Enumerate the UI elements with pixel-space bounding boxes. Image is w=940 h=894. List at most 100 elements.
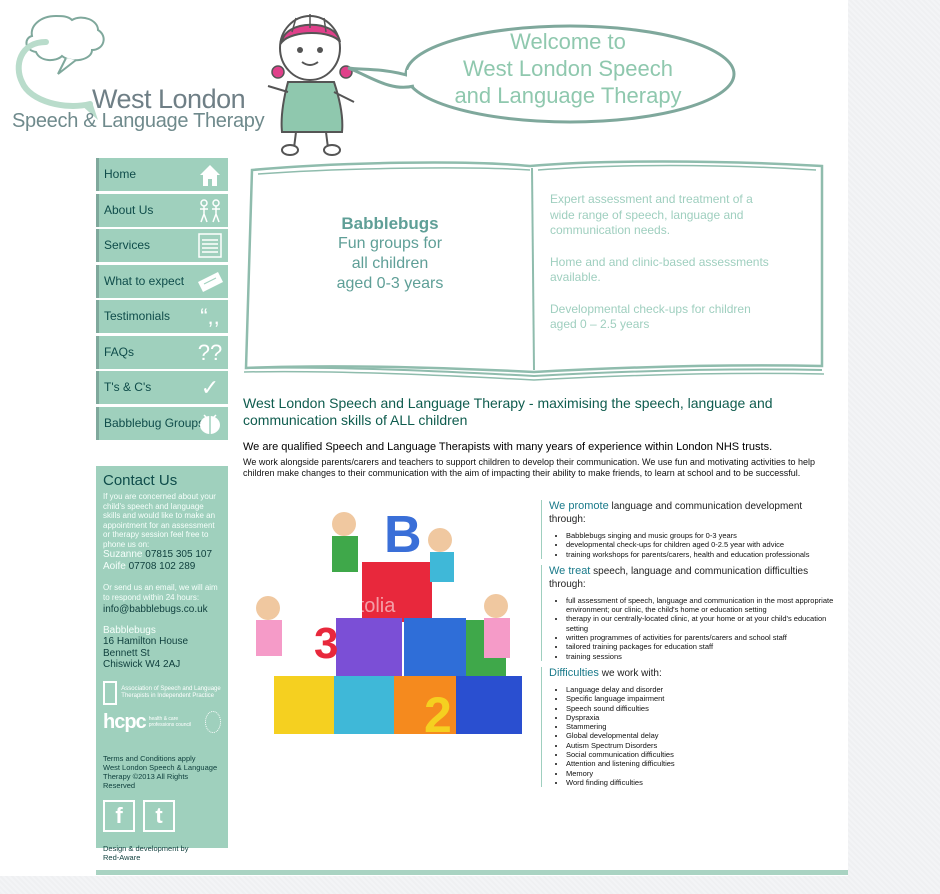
question-icon: ??: [197, 339, 223, 365]
list-item: Global developmental delay: [566, 731, 841, 740]
list-item: training sessions: [566, 652, 841, 661]
book-right-page: Expert assessment and treatment of a wid…: [550, 192, 780, 349]
nav-item-label: Home: [104, 167, 137, 181]
list-item: tailored training packages for education…: [566, 642, 841, 651]
list-item: therapy in our centrally-located clinic,…: [566, 614, 841, 633]
nav-item-what-to-expect[interactable]: What to expect: [96, 264, 228, 298]
svg-text:L: L: [284, 687, 315, 743]
address-line: Chiswick W4 2AJ: [103, 659, 181, 670]
nav-item-label: What to expect: [104, 273, 185, 288]
page-headline: West London Speech and Language Therapy …: [243, 395, 773, 428]
quote-icon: “,,: [200, 304, 220, 329]
list-item: developmental check-ups for children age…: [566, 540, 841, 549]
nav-item-label: T's & C's: [104, 380, 152, 394]
hcpc-text: health & care professions council: [148, 716, 192, 728]
list-item: Language delay and disorder: [566, 685, 841, 694]
hcpc-logo: hcpc: [103, 710, 147, 733]
nav-item-services[interactable]: Services: [96, 229, 228, 262]
site-logo[interactable]: West London Speech & Language Therapy: [6, 12, 265, 132]
nav-item-home[interactable]: Home: [96, 158, 228, 191]
welcome-text: Welcome to West London Speech and Langua…: [420, 28, 716, 109]
asltip-logo-icon: [103, 680, 118, 705]
check-icon: ✓: [200, 375, 220, 400]
list-item: written programmes of activities for par…: [566, 633, 841, 642]
asltip-badge: Association of Speech and Language Thera…: [103, 680, 221, 705]
list-item: Speech sound difficulties: [566, 704, 841, 713]
svg-text:2: 2: [424, 687, 452, 743]
book-left-page: Babblebugs Fun groups for all children a…: [300, 214, 480, 294]
list-item: Attention and listening difficulties: [566, 759, 841, 768]
phone-name: Aoife: [103, 561, 126, 572]
phone-number: 07815 305 107: [145, 549, 212, 560]
address: 16 Hamilton House Bennett St Chiswick W4…: [103, 636, 221, 671]
facebook-icon[interactable]: f: [103, 799, 135, 832]
org-name: Babblebugs: [103, 625, 156, 636]
terms-line: Terms and Conditions apply: [103, 753, 196, 763]
ticket-icon: [196, 268, 224, 295]
nav-item-label: Babblebug Groups: [104, 415, 205, 430]
nav-item-testimonials[interactable]: Testimonials “,,: [96, 300, 228, 333]
list-icon: [196, 232, 224, 259]
copyright-line: West London Speech & Language Therapy ©2…: [103, 762, 218, 790]
list-item: full assessment of speech, language and …: [566, 596, 841, 615]
email-text: Or send us an email, we will aim to resp…: [103, 583, 218, 602]
service-section: We promote language and communication de…: [541, 500, 841, 559]
nav-item-terms[interactable]: T's & C's ✓: [96, 371, 228, 404]
ladybird-icon: [196, 410, 224, 437]
credit: Design & development by Red-Aware: [103, 844, 221, 862]
service-section: We treat speech, language and communicat…: [541, 564, 841, 661]
bottom-rule: [96, 870, 848, 875]
nav-item-label: Testimonials: [104, 309, 171, 323]
children-blocks-photo: B 3 L 2 fotolia: [256, 506, 522, 743]
nav-item-babblebug-groups[interactable]: Babblebug Groups: [96, 406, 228, 440]
service-heading: We promote language and communication de…: [549, 500, 803, 525]
contact-text: If you are concerned about your child's …: [103, 492, 216, 549]
sidebar-nav: Home About Us Services What to expect Te…: [96, 158, 228, 442]
credit-text: Design & development by: [103, 843, 189, 853]
phone-suzanne[interactable]: Suzanne 07815 305 107: [103, 549, 221, 561]
terms-text: Terms and Conditions apply West London S…: [103, 754, 221, 790]
svg-text:3: 3: [314, 619, 338, 668]
contact-title: Contact Us: [103, 472, 178, 489]
house-icon: [196, 161, 224, 188]
intro-text-2: We work alongside parents/carers and tea…: [243, 457, 815, 478]
book-left-line: aged 0-3 years: [336, 275, 444, 292]
address-line: Bennett St: [103, 647, 150, 659]
list-item: Babblebugs singing and music groups for …: [566, 531, 841, 540]
phone-name: Suzanne: [103, 549, 143, 560]
contact-panel: Contact Us If you are concerned about yo…: [96, 466, 228, 862]
address-line: 16 Hamilton House: [103, 636, 189, 647]
list-item: Social communication difficulties: [566, 750, 841, 759]
logo-subtitle: Speech & Language Therapy: [12, 110, 265, 132]
social-links: f t: [103, 799, 221, 832]
book-left-line: all children: [351, 255, 429, 272]
twitter-icon[interactable]: t: [143, 799, 175, 832]
nav-item-about-us[interactable]: About Us: [96, 193, 228, 227]
list-item: Stammering: [566, 722, 841, 731]
book-right-para: Developmental check-ups for children age…: [550, 301, 751, 332]
service-heading: Difficulties we work with:: [549, 666, 662, 679]
intro-text: We are qualified Speech and Language The…: [243, 441, 773, 453]
phone-aoife[interactable]: Aoife 07708 102 289: [103, 561, 221, 573]
email-link[interactable]: info@babblebugs.co.uk: [103, 604, 221, 615]
book-left-title: Babblebugs: [341, 214, 439, 233]
list-item: Autism Spectrum Disorders: [566, 741, 841, 750]
welcome-line: Welcome to: [510, 29, 626, 54]
photo-watermark: fotolia: [342, 595, 396, 617]
accreditation-badges: Association of Speech and Language Thera…: [103, 680, 221, 734]
book-right-para: Expert assessment and treatment of a wid…: [550, 192, 753, 237]
nav-item-faqs[interactable]: FAQs ??: [96, 335, 228, 369]
credit-link[interactable]: Red-Aware: [103, 853, 140, 862]
asltip-text: Association of Speech and Language Thera…: [121, 685, 221, 699]
people-icon: [196, 197, 224, 224]
nav-item-label: FAQs: [104, 344, 135, 359]
nav-item-label: About Us: [104, 202, 154, 217]
list-item: Word finding difficulties: [566, 778, 841, 787]
phone-number: 07708 102 289: [128, 561, 196, 572]
list-item: Memory: [566, 769, 841, 778]
list-item: Dyspraxia: [566, 713, 841, 722]
list-item: Specific language impairment: [566, 694, 841, 703]
service-heading: We treat speech, language and communicat…: [549, 564, 809, 590]
hcpc-badge: hcpc health & care professions council: [103, 711, 221, 734]
service-section: Difficulties we work with: Language dela…: [541, 666, 841, 788]
